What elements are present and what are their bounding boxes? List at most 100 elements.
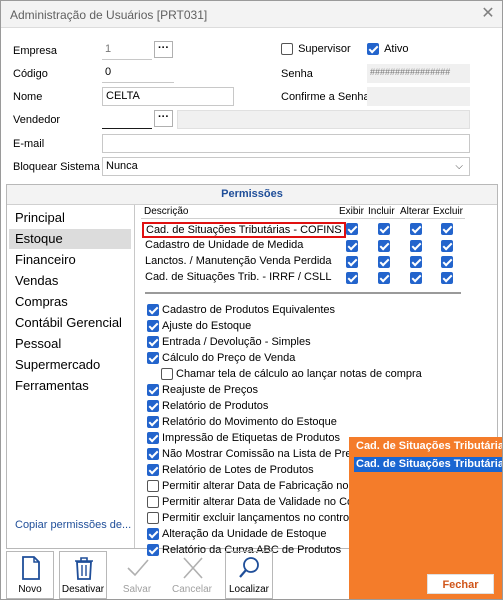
- check-item[interactable]: Relatório do Movimento do Estoque: [147, 416, 337, 431]
- novo-button[interactable]: Novo: [6, 551, 54, 599]
- checkbox-icon: [147, 352, 159, 365]
- permissions-grid: Descrição Exibir Incluir Alterar Excluir…: [141, 205, 465, 285]
- check-label: Não Mostrar Comissão na Lista de Preços: [162, 448, 369, 460]
- excluir-check-icon[interactable]: [441, 240, 453, 252]
- exibir-check-icon[interactable]: [346, 223, 358, 235]
- vendedor-lookup-button[interactable]: ···: [154, 110, 173, 127]
- check-item[interactable]: Cadastro de Produtos Equivalentes: [147, 304, 335, 319]
- copy-permissions-link[interactable]: Copiar permissões de...: [15, 519, 131, 531]
- check-item[interactable]: Cálculo do Preço de Venda: [147, 352, 295, 367]
- checkbox-icon: [147, 448, 159, 461]
- grid-header-excluir: Excluir: [433, 206, 464, 217]
- checkbox-icon: [147, 464, 159, 477]
- empresa-lookup-button[interactable]: ···: [154, 41, 173, 58]
- checkbox-icon: [161, 368, 173, 381]
- admin-usuarios-window: Administração de Usuários [PRT031] ✕ Emp…: [0, 0, 503, 600]
- grid-scrollbar[interactable]: [145, 292, 461, 294]
- exibir-check-icon[interactable]: [346, 272, 358, 284]
- supervisor-checkbox[interactable]: Supervisor: [281, 43, 351, 56]
- check-item[interactable]: Chamar tela de cálculo ao lançar notas d…: [161, 368, 422, 383]
- category-contabil[interactable]: Contábil Gerencial: [9, 313, 131, 333]
- check-item[interactable]: Impressão de Etiquetas de Produtos: [147, 432, 340, 447]
- alterar-check-icon[interactable]: [410, 256, 422, 268]
- category-financeiro[interactable]: Financeiro: [9, 250, 131, 270]
- checkbox-icon: [147, 432, 159, 445]
- ativo-checkbox[interactable]: Ativo: [367, 43, 409, 56]
- popup-result-item[interactable]: Cad. de Situações Tributárias - COFINS: [354, 439, 502, 454]
- check-item[interactable]: Alteração da Unidade de Estoque: [147, 528, 327, 543]
- check-label: Relatório de Produtos: [162, 400, 269, 412]
- excluir-check-icon[interactable]: [441, 272, 453, 284]
- check-item[interactable]: Permitir alterar Data de Fabricação no C…: [147, 480, 366, 495]
- empresa-field[interactable]: 1: [102, 41, 152, 60]
- check-label: Entrada / Devolução - Simples: [162, 336, 311, 348]
- grid-header-divider: [141, 218, 465, 219]
- check-item[interactable]: Permitir excluir lançamentos no controle…: [147, 512, 366, 527]
- title-bar: Administração de Usuários [PRT031] ✕: [1, 1, 502, 28]
- ativo-label: Ativo: [384, 43, 409, 55]
- localizar-button[interactable]: Localizar: [225, 551, 273, 599]
- chevron-down-icon: ⌵: [455, 161, 463, 172]
- grid-row-name: Cadastro de Unidade de Medida: [145, 239, 304, 251]
- category-vendas[interactable]: Vendas: [9, 271, 131, 291]
- desativar-label: Desativar: [61, 584, 105, 595]
- category-supermercado[interactable]: Supermercado: [9, 355, 131, 375]
- checkbox-icon: [147, 320, 159, 333]
- empresa-label: Empresa: [13, 45, 58, 57]
- localizar-label: Localizar: [228, 584, 270, 595]
- exibir-check-icon[interactable]: [346, 240, 358, 252]
- excluir-check-icon[interactable]: [441, 256, 453, 268]
- fechar-button[interactable]: Fechar: [427, 574, 494, 594]
- x-icon: [183, 557, 203, 579]
- grid-row[interactable]: Lanctos. / Manutenção Venda Perdida: [143, 255, 463, 269]
- check-item[interactable]: Não Mostrar Comissão na Lista de Preços: [147, 448, 369, 463]
- alterar-check-icon[interactable]: [410, 223, 422, 235]
- cancelar-label: Cancelar: [171, 584, 213, 595]
- category-estoque[interactable]: Estoque: [9, 229, 131, 249]
- salvar-button[interactable]: Salvar: [113, 551, 161, 599]
- alterar-check-icon[interactable]: [410, 240, 422, 252]
- codigo-label: Código: [13, 68, 48, 80]
- check-label: Ajuste do Estoque: [162, 320, 252, 332]
- category-principal[interactable]: Principal: [9, 208, 131, 228]
- search-icon: [239, 557, 259, 578]
- grid-row-name: Cad. de Situações Tributárias - COFINS: [142, 222, 346, 238]
- check-item[interactable]: Permitir alterar Data de Validade no Con…: [147, 496, 362, 511]
- incluir-check-icon[interactable]: [378, 272, 390, 284]
- check-item[interactable]: Relatório de Lotes de Produtos: [147, 464, 314, 479]
- cancelar-button[interactable]: Cancelar: [168, 551, 216, 599]
- novo-label: Novo: [18, 584, 42, 595]
- excluir-check-icon[interactable]: [441, 223, 453, 235]
- email-field[interactable]: [102, 134, 470, 153]
- incluir-check-icon[interactable]: [378, 223, 390, 235]
- alterar-check-icon[interactable]: [410, 272, 422, 284]
- category-pessoal[interactable]: Pessoal: [9, 334, 131, 354]
- check-item[interactable]: Relatório de Produtos: [147, 400, 268, 415]
- vendedor-field[interactable]: [102, 110, 152, 129]
- toolbar: Novo Desativar Salvar Cancelar Localizar: [6, 551, 306, 599]
- close-icon[interactable]: ✕: [472, 1, 502, 28]
- check-item[interactable]: Ajuste do Estoque: [147, 320, 251, 335]
- senha-field[interactable]: ################: [367, 64, 470, 83]
- incluir-check-icon[interactable]: [378, 256, 390, 268]
- desativar-button[interactable]: Desativar: [59, 551, 107, 599]
- grid-row[interactable]: Cadastro de Unidade de Medida: [143, 239, 463, 253]
- checkbox-icon: [147, 480, 159, 493]
- bloquear-select[interactable]: Nunca ⌵: [102, 157, 470, 176]
- exibir-check-icon[interactable]: [346, 256, 358, 268]
- nome-label: Nome: [13, 91, 43, 103]
- confirme-field[interactable]: [367, 87, 470, 106]
- codigo-field[interactable]: 0: [102, 64, 174, 83]
- check-item[interactable]: Entrada / Devolução - Simples: [147, 336, 311, 351]
- check-item[interactable]: Reajuste de Preços: [147, 384, 258, 399]
- category-compras[interactable]: Compras: [9, 292, 131, 312]
- bloquear-value: Nunca: [106, 160, 138, 172]
- incluir-check-icon[interactable]: [378, 240, 390, 252]
- grid-row[interactable]: Cad. de Situações Trib. - IRRF / CSLL: [143, 271, 463, 285]
- popup-result-item-selected[interactable]: Cad. de Situações Tributárias - COFINS: [354, 457, 502, 472]
- category-ferramentas[interactable]: Ferramentas: [9, 376, 131, 396]
- grid-header-alterar: Alterar: [400, 206, 430, 217]
- document-icon: [22, 556, 40, 580]
- nome-field[interactable]: CELTA: [102, 87, 234, 106]
- grid-row[interactable]: Cad. de Situações Tributárias - COFINS: [142, 222, 463, 238]
